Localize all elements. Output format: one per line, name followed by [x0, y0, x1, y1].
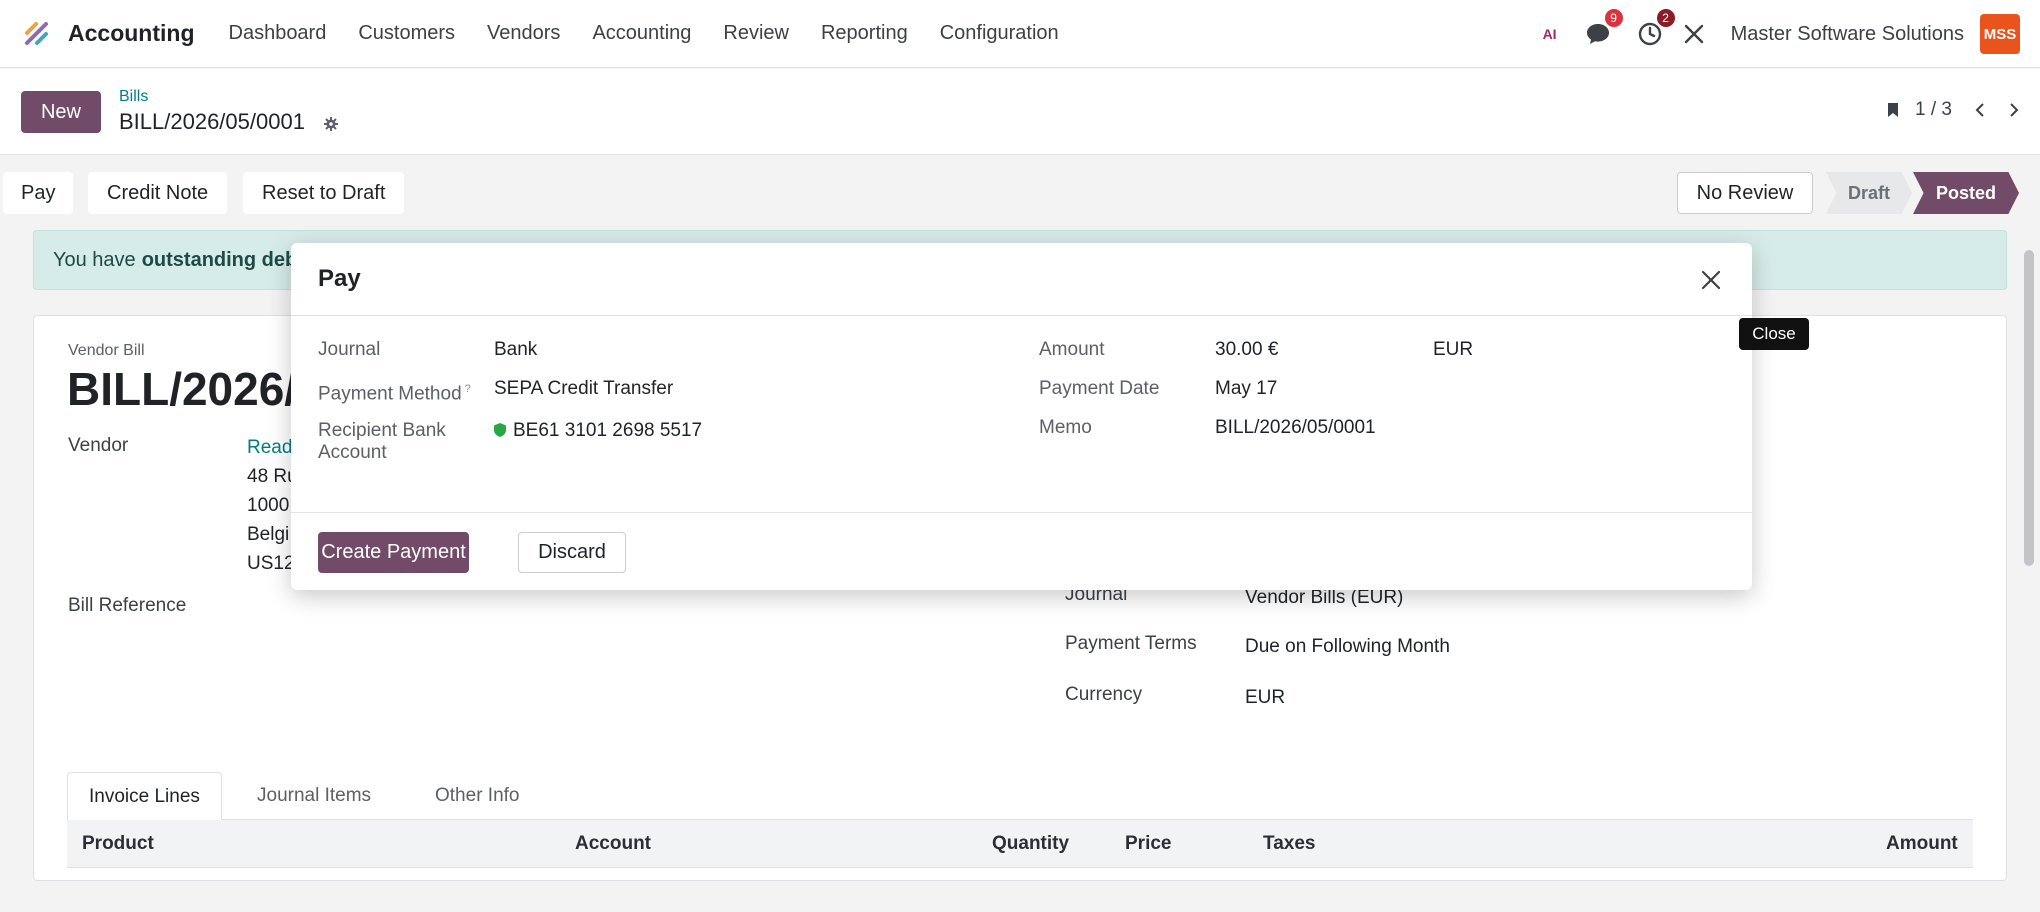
create-payment-button[interactable]: Create Payment	[318, 532, 469, 573]
amount-field[interactable]: 30.00 €	[1215, 339, 1278, 361]
column-taxes[interactable]: Taxes	[1263, 833, 1315, 855]
column-quantity[interactable]: Quantity	[992, 833, 1069, 855]
payment-method-label-text: Payment Method	[318, 383, 462, 405]
payment-date-label: Payment Date	[1039, 378, 1160, 399]
column-account[interactable]: Account	[575, 833, 651, 855]
vendor-label: Vendor	[68, 435, 129, 456]
menu-reporting[interactable]: Reporting	[805, 22, 924, 45]
user-avatar[interactable]: MSS	[1980, 14, 2020, 54]
document-type: Vendor Bill	[68, 342, 145, 359]
stage-posted[interactable]: Posted	[1913, 172, 2019, 214]
recipient-bank-field[interactable]: BE61 3101 2698 5517	[494, 420, 702, 442]
menu-dashboard[interactable]: Dashboard	[213, 22, 343, 45]
top-navbar: Accounting Dashboard Customers Vendors A…	[0, 0, 2040, 68]
menu-review[interactable]: Review	[707, 22, 805, 45]
close-tooltip: Close	[1739, 318, 1809, 350]
pay-button[interactable]: Pay	[3, 172, 74, 214]
status-bar: Pay Credit Note Reset to Draft No Review…	[0, 155, 2040, 229]
memo-field[interactable]: BILL/2026/05/0001	[1215, 417, 1376, 439]
journal-field[interactable]: Bank	[494, 339, 537, 361]
no-review-button[interactable]: No Review	[1677, 172, 1813, 214]
payment-method-label: Payment Method?	[318, 378, 471, 405]
ai-icon[interactable]: AI	[1543, 26, 1557, 42]
payment-terms-field[interactable]: Due on Following Month	[1245, 636, 1450, 658]
navbar-systray: AI 9 2 Master Software Solutions MSS	[1543, 0, 2020, 68]
reset-to-draft-button[interactable]: Reset to Draft	[243, 172, 405, 214]
recipient-bank-label: Recipient Bank Account	[318, 420, 446, 463]
main-menu: Dashboard Customers Vendors Accounting R…	[213, 22, 1075, 45]
pager-value[interactable]: 1 / 3	[1915, 99, 1952, 121]
dialog-footer: Create Payment Discard	[291, 512, 1752, 590]
recipient-bank-value: BE61 3101 2698 5517	[513, 420, 703, 441]
bookmark-icon[interactable]	[1887, 102, 1899, 118]
accounting-app-icon[interactable]	[22, 19, 52, 49]
close-icon	[1684, 24, 1703, 44]
invoice-lines-header: Product Account Quantity Price Taxes Amo…	[67, 820, 1973, 868]
notebook-tabs: Invoice Lines Journal Items Other Info	[67, 772, 1973, 821]
alert-bold: outstanding debi	[141, 248, 303, 271]
memo-label: Memo	[1039, 417, 1092, 438]
activities-badge: 2	[1656, 9, 1675, 27]
help-icon[interactable]: ?	[465, 383, 471, 395]
column-price[interactable]: Price	[1125, 833, 1171, 855]
breadcrumb-bills[interactable]: Bills	[119, 88, 148, 106]
menu-vendors[interactable]: Vendors	[471, 22, 576, 45]
journal-field[interactable]: Vendor Bills (EUR)	[1245, 587, 1403, 609]
activities-button[interactable]: 2	[1637, 9, 1675, 47]
record-name: BILL/2026/05/0001	[119, 109, 305, 134]
bill-reference-label: Bill Reference	[68, 595, 187, 616]
menu-configuration[interactable]: Configuration	[924, 22, 1075, 45]
tab-journal-items[interactable]: Journal Items	[236, 772, 392, 820]
close-icon[interactable]	[1700, 269, 1722, 291]
pager: 1 / 3	[1887, 99, 2020, 121]
vendor-address-line: 1000	[247, 495, 290, 516]
company-switcher[interactable]: Master Software Solutions	[1731, 23, 1964, 46]
control-panel: New Bills BILL/2026/05/0001 1 / 3	[0, 69, 2040, 155]
column-amount[interactable]: Amount	[1886, 833, 1958, 855]
chevron-right-icon[interactable]	[2008, 102, 2020, 118]
payment-terms-label: Payment Terms	[1065, 633, 1197, 654]
document-title: BILL/2026/05/0001	[67, 363, 297, 415]
clock-icon	[1638, 22, 1661, 46]
currency-label: Currency	[1065, 684, 1143, 705]
stage-draft[interactable]: Draft	[1826, 172, 1912, 214]
messages-badge: 9	[1604, 9, 1623, 27]
amount-label: Amount	[1039, 339, 1105, 360]
alert-text: You have	[53, 248, 136, 271]
tab-other-info[interactable]: Other Info	[414, 772, 541, 820]
pay-dialog: Pay Journal Bank Payment Method? SEPA Cr…	[291, 243, 1752, 590]
close-app-button[interactable]	[1681, 21, 1707, 47]
dialog-header: Pay	[291, 243, 1752, 316]
vendor-address-line: Belgi	[247, 524, 290, 545]
vendor-vat: US12	[247, 553, 295, 574]
menu-accounting[interactable]: Accounting	[576, 22, 707, 45]
journal-label: Journal	[318, 339, 381, 360]
menu-customers[interactable]: Customers	[342, 22, 471, 45]
currency-field[interactable]: EUR	[1433, 339, 1473, 361]
credit-note-button[interactable]: Credit Note	[88, 172, 228, 214]
shield-icon	[494, 423, 506, 437]
new-button[interactable]: New	[21, 91, 101, 133]
currency-field[interactable]: EUR	[1245, 687, 1285, 709]
chat-icon	[1586, 24, 1609, 44]
discard-button[interactable]: Discard	[518, 532, 626, 573]
dialog-title: Pay	[318, 265, 361, 292]
gear-icon[interactable]	[323, 116, 339, 132]
vendor-address-line: 48 Ru	[247, 466, 295, 487]
page-scrollbar[interactable]	[2024, 250, 2034, 566]
messages-button[interactable]: 9	[1585, 9, 1623, 47]
app-name[interactable]: Accounting	[68, 20, 195, 47]
tab-invoice-lines[interactable]: Invoice Lines	[67, 772, 222, 821]
chevron-left-icon[interactable]	[1974, 102, 1986, 118]
vendor-link[interactable]: Read	[247, 437, 295, 459]
payment-method-field[interactable]: SEPA Credit Transfer	[494, 378, 673, 400]
column-product[interactable]: Product	[82, 833, 154, 855]
payment-date-field[interactable]: May 17	[1215, 378, 1277, 400]
